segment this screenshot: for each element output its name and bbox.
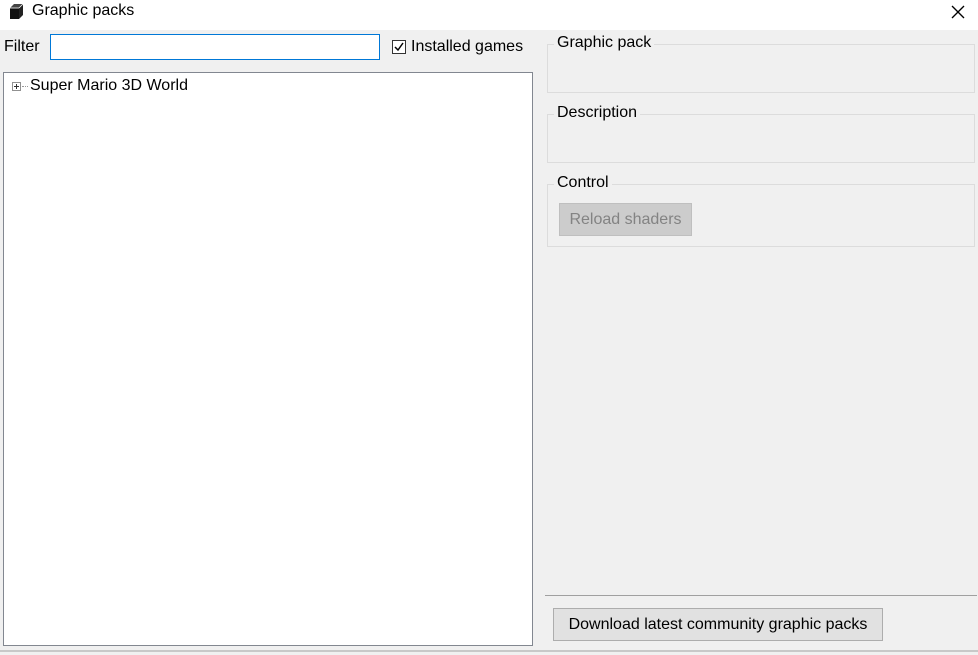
window-title: Graphic packs	[32, 2, 135, 19]
package-cube-icon	[8, 3, 26, 21]
tree-item[interactable]: Super Mario 3D World	[12, 77, 188, 95]
download-graphic-packs-button[interactable]: Download latest community graphic packs	[553, 608, 883, 641]
tree-item-label: Super Mario 3D World	[30, 77, 188, 94]
filter-input[interactable]	[50, 34, 380, 60]
description-group-title: Description	[554, 104, 641, 122]
graphic-packs-tree[interactable]: Super Mario 3D World	[3, 72, 533, 646]
title-bar: Graphic packs	[0, 0, 978, 30]
tree-connector	[22, 85, 28, 87]
control-group-title: Control	[554, 174, 612, 192]
installed-games-checkbox[interactable]: Installed games	[392, 38, 523, 56]
close-icon[interactable]	[946, 0, 970, 24]
graphic-pack-group: Graphic pack	[547, 34, 975, 93]
reload-shaders-button[interactable]: Reload shaders	[559, 203, 692, 236]
expand-plus-icon[interactable]	[12, 81, 21, 91]
graphic-pack-group-title: Graphic pack	[554, 34, 655, 52]
filter-label: Filter	[4, 38, 40, 55]
checkmark-icon[interactable]	[392, 40, 406, 54]
footer-separator	[545, 595, 977, 596]
bottom-border	[0, 650, 978, 652]
description-group: Description	[547, 104, 975, 163]
control-group: Control Reload shaders	[547, 174, 975, 247]
installed-games-label: Installed games	[411, 38, 524, 55]
